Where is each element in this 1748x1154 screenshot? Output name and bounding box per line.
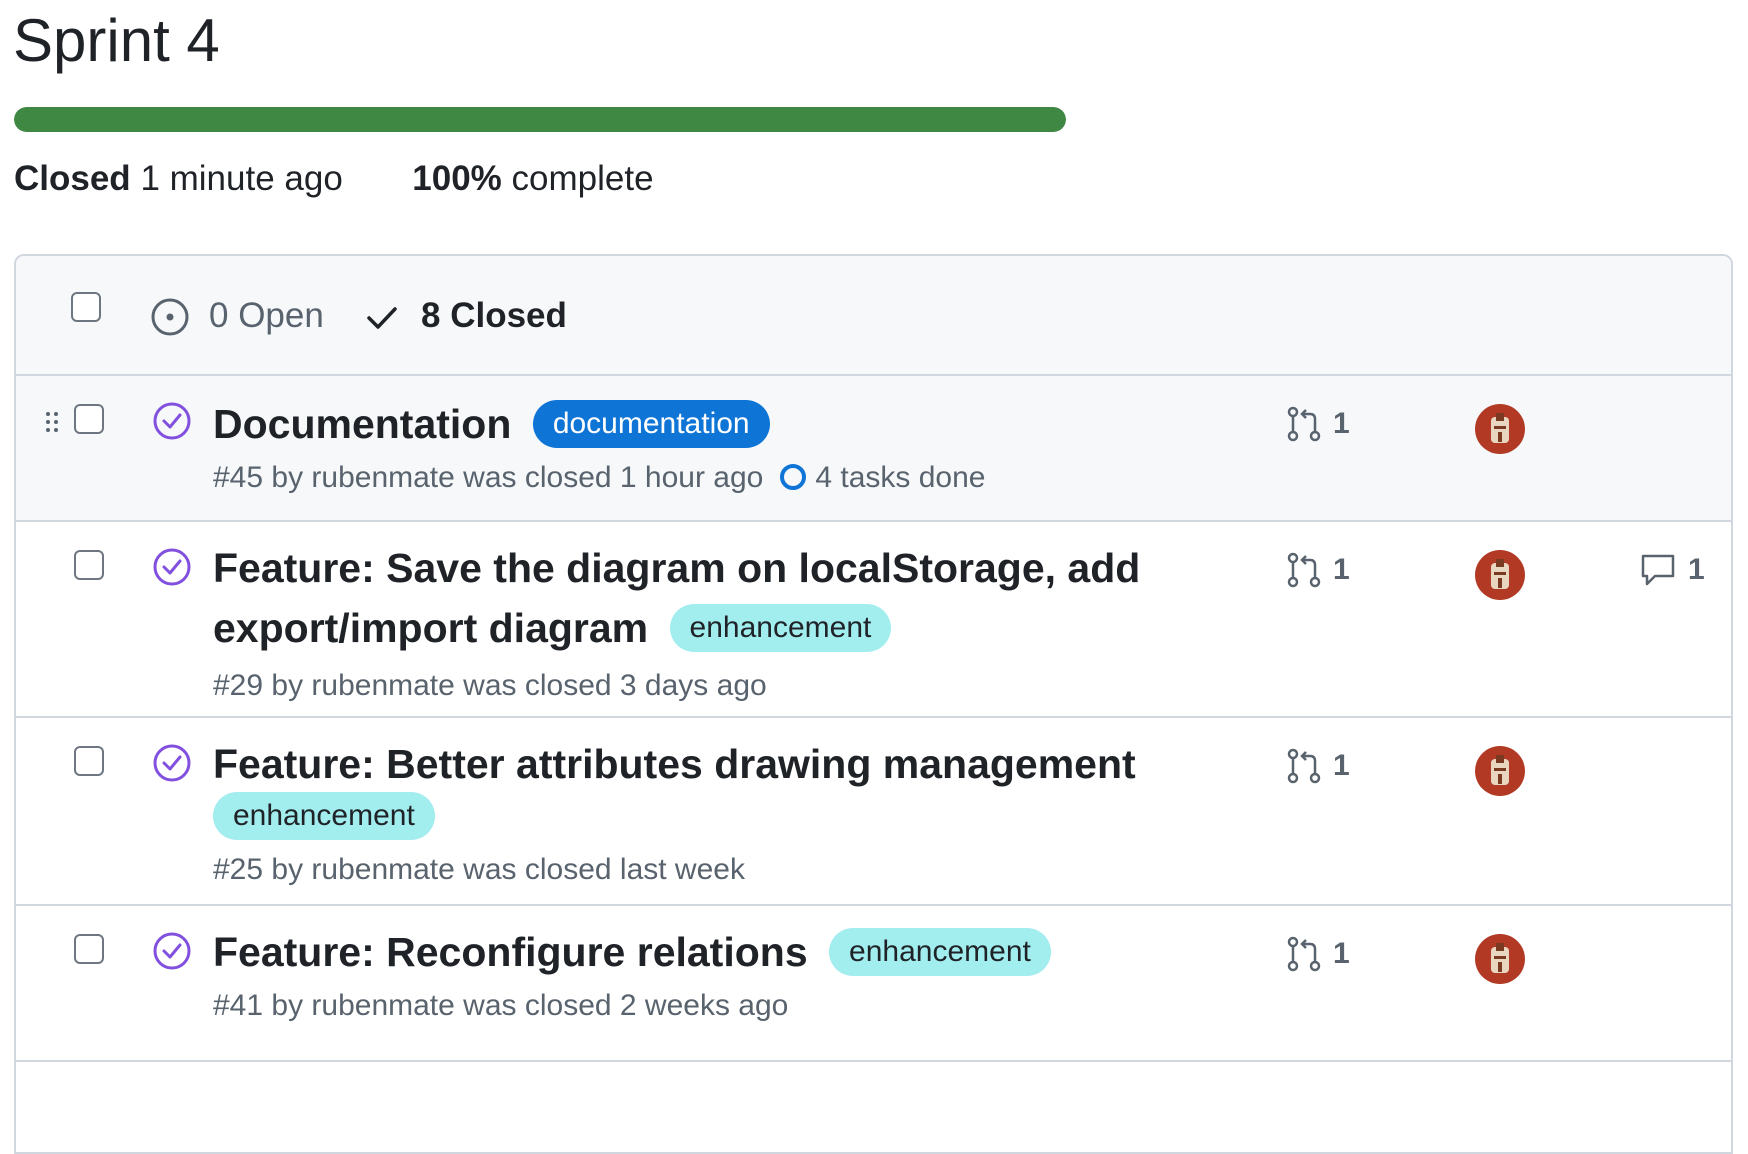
- issue-row[interactable]: Documentation documentation #45 by ruben…: [16, 376, 1731, 522]
- avatar-image: [1491, 559, 1509, 589]
- issue-closed-icon: [153, 548, 191, 586]
- issue-checkbox[interactable]: [74, 550, 104, 580]
- label-enhancement[interactable]: enhancement: [829, 928, 1051, 976]
- issues-list: 0 Open 8 Closed Documentation documentat…: [14, 254, 1733, 1154]
- issue-row[interactable]: Feature: Reconfigure relations enhanceme…: [16, 906, 1731, 1062]
- closed-filter[interactable]: 8 Closed: [421, 294, 567, 338]
- issues-list-header: 0 Open 8 Closed: [16, 256, 1731, 376]
- issue-title-link-continued[interactable]: export/import diagram: [213, 605, 648, 651]
- git-pull-request-icon: [1287, 748, 1321, 784]
- milestone-percent-suffix: complete: [511, 159, 654, 198]
- issue-row[interactable]: Feature: Better attributes drawing manag…: [16, 718, 1731, 906]
- milestone-progress-fill: [14, 107, 1066, 132]
- avatar-image: [1491, 755, 1509, 785]
- milestone-status: Closed: [14, 159, 131, 198]
- comment-count[interactable]: 1: [1688, 552, 1705, 588]
- pr-count[interactable]: 1: [1333, 406, 1350, 442]
- check-icon: [367, 307, 397, 329]
- select-all-checkbox[interactable]: [71, 292, 101, 322]
- issue-meta: #45 by rubenmate was closed 1 hour ago: [213, 461, 764, 494]
- label-documentation[interactable]: documentation: [532, 400, 770, 448]
- milestone-progress-bar: [14, 107, 1066, 132]
- issue-closed-icon: [153, 744, 191, 782]
- pr-count[interactable]: 1: [1333, 552, 1350, 588]
- label-enhancement[interactable]: enhancement: [669, 604, 892, 652]
- task-progress-icon: [780, 464, 807, 490]
- issue-meta: #41 by rubenmate was closed 2 weeks ago: [213, 989, 789, 1022]
- pr-count[interactable]: 1: [1333, 748, 1350, 784]
- git-pull-request-icon: [1287, 552, 1321, 588]
- issue-title-link[interactable]: Feature: Better attributes drawing manag…: [213, 734, 1136, 794]
- avatar[interactable]: [1475, 934, 1525, 984]
- issue-title-link[interactable]: Feature: Save the diagram on localStorag…: [213, 538, 1140, 598]
- issue-closed-icon: [153, 932, 191, 970]
- label-enhancement[interactable]: enhancement: [213, 792, 435, 840]
- avatar-image: [1491, 413, 1509, 443]
- pr-count[interactable]: 1: [1333, 936, 1350, 972]
- issue-tasks: 4 tasks done: [815, 461, 986, 494]
- avatar[interactable]: [1475, 746, 1525, 796]
- milestone-percent: 100%: [412, 159, 502, 198]
- avatar[interactable]: [1475, 550, 1525, 600]
- milestone-meta: Closed 1 minute ago 100% complete: [14, 158, 654, 200]
- git-pull-request-icon: [1287, 936, 1321, 972]
- issue-closed-icon: [153, 402, 191, 440]
- issue-checkbox[interactable]: [74, 934, 104, 964]
- issue-title-link[interactable]: Documentation: [213, 401, 511, 447]
- comment-icon: [1641, 554, 1675, 586]
- issue-row[interactable]: Feature: Save the diagram on localStorag…: [16, 522, 1731, 718]
- milestone-title: Sprint 4: [13, 7, 220, 74]
- issue-checkbox[interactable]: [74, 404, 104, 434]
- issue-meta: #25 by rubenmate was closed last week: [213, 853, 745, 886]
- issue-meta: #29 by rubenmate was closed 3 days ago: [213, 669, 767, 702]
- milestone-status-time: 1 minute ago: [140, 159, 343, 198]
- avatar[interactable]: [1475, 404, 1525, 454]
- avatar-image: [1491, 943, 1509, 973]
- open-filter[interactable]: 0 Open: [209, 294, 324, 338]
- git-pull-request-icon: [1287, 406, 1321, 442]
- issue-opened-icon: [151, 298, 189, 336]
- issue-title-link[interactable]: Feature: Reconfigure relations: [213, 929, 808, 975]
- grabber-icon[interactable]: [45, 411, 59, 433]
- issue-checkbox[interactable]: [74, 746, 104, 776]
